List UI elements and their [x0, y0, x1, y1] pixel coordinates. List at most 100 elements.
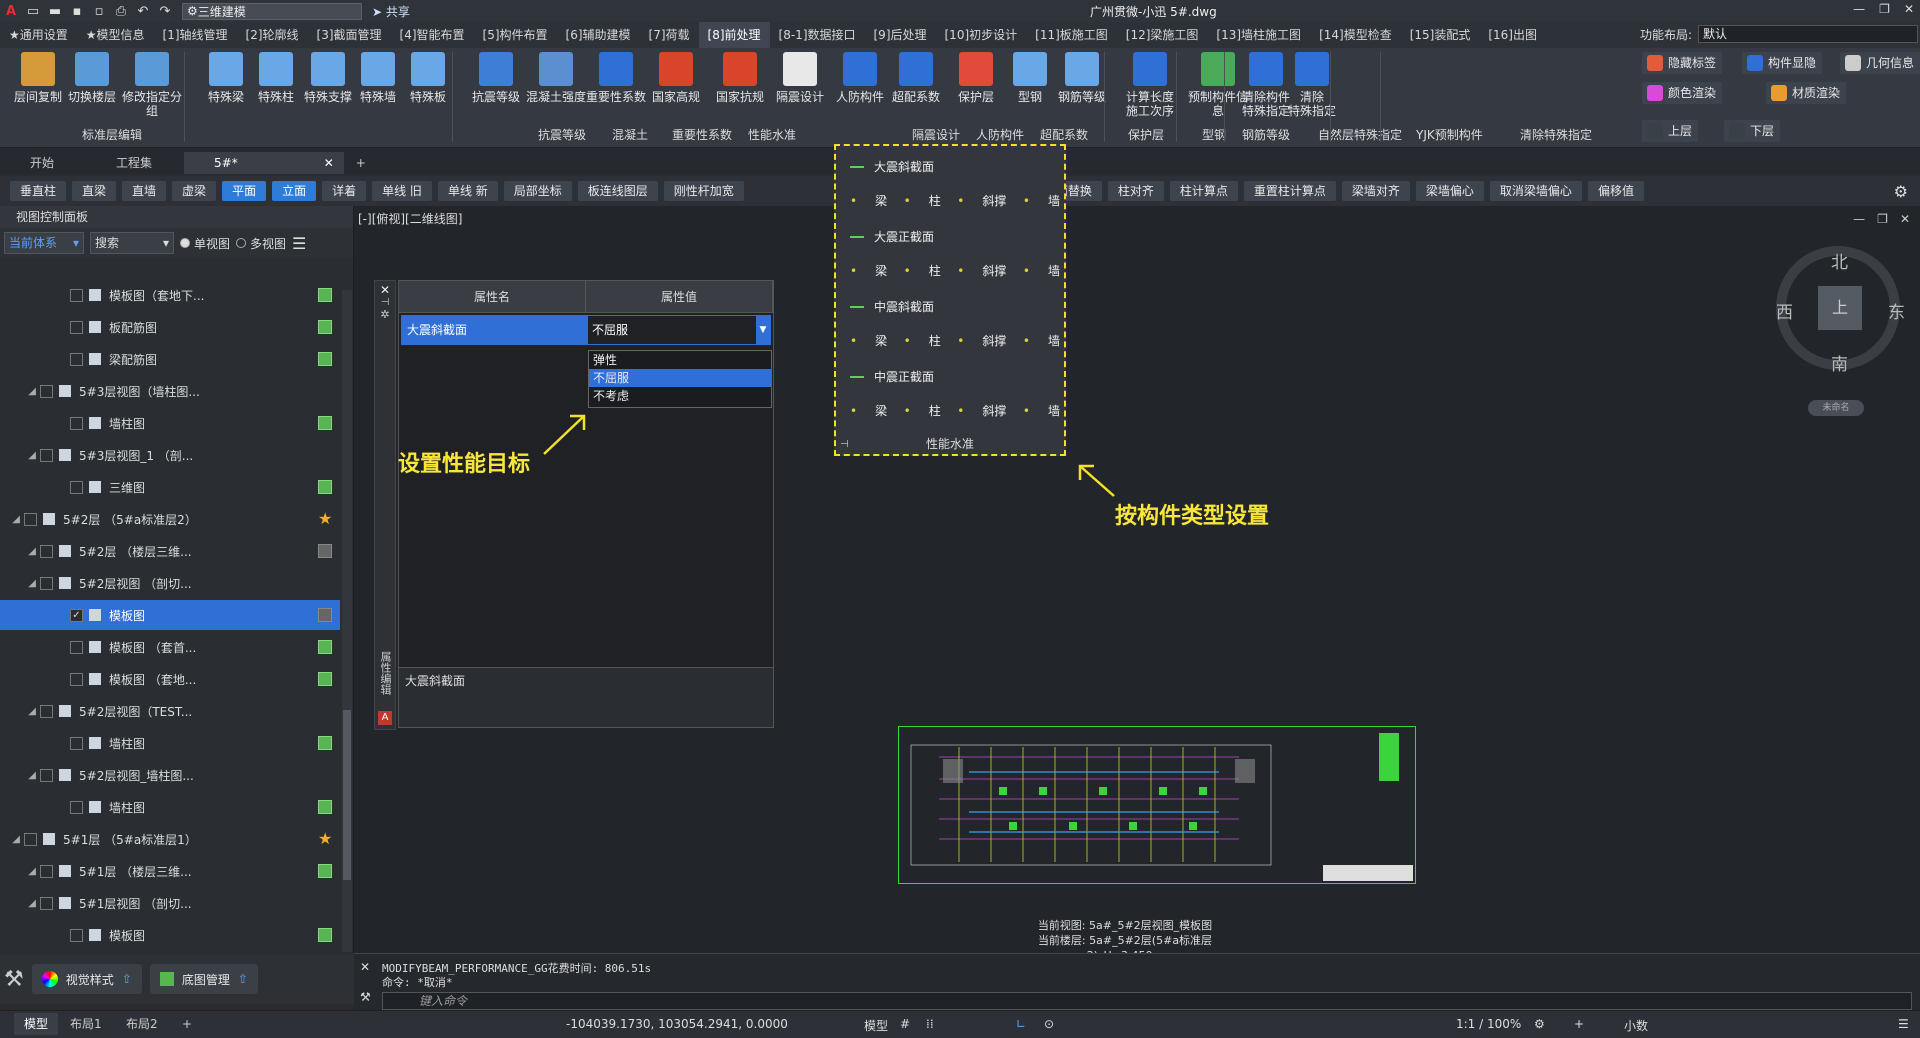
command-button[interactable]: 柱对齐: [1107, 181, 1164, 201]
south-label[interactable]: 南: [1831, 350, 1848, 375]
tree-item[interactable]: ◢ 5#2层视图_墙柱图...: [0, 760, 340, 790]
model-space-toggle[interactable]: 模型: [864, 1017, 888, 1034]
menu-item[interactable]: [9]后处理: [865, 22, 936, 48]
menu-item[interactable]: [8-1]数据接口: [770, 22, 865, 48]
command-input[interactable]: 键入命令: [382, 992, 1912, 1010]
close-icon[interactable]: ✕: [1904, 2, 1914, 16]
command-button[interactable]: 直墙: [122, 181, 167, 201]
menu-item[interactable]: [14]模型检查: [1310, 22, 1401, 48]
tree-toggle-icon[interactable]: ◢: [0, 866, 40, 877]
tree-item[interactable]: ✓ 模板图: [0, 600, 340, 630]
command-button[interactable]: 单线 新: [437, 181, 498, 201]
ribbon-small-button[interactable]: 构件显隐: [1742, 52, 1823, 74]
ribbon-group-label[interactable]: 保护层: [1128, 126, 1164, 143]
tree-item[interactable]: ◢ 5#1层视图 （剖切...: [0, 888, 340, 918]
tree-checkbox[interactable]: [70, 640, 83, 654]
ribbon-button[interactable]: 混凝土强度: [526, 52, 586, 104]
ribbon-button[interactable]: 国家高规: [646, 52, 706, 104]
snap-icon[interactable]: ⁞⁞: [926, 1017, 934, 1031]
menu-item[interactable]: [13]墙柱施工图: [1207, 22, 1310, 48]
command-button[interactable]: 柱计算点: [1169, 181, 1238, 201]
component-option[interactable]: • 梁: [850, 192, 887, 209]
west-label[interactable]: 西: [1776, 298, 1793, 323]
tree-checkbox[interactable]: [70, 416, 83, 430]
component-option[interactable]: • 斜撑: [957, 402, 1006, 419]
wrench-icon[interactable]: ⚒: [360, 990, 371, 1004]
command-button[interactable]: 重置柱计算点: [1243, 181, 1336, 201]
menu-item[interactable]: [15]装配式: [1401, 22, 1480, 48]
grid-icon[interactable]: #: [900, 1017, 910, 1031]
component-option[interactable]: • 柱: [904, 262, 941, 279]
option-ignore[interactable]: 不考虑: [589, 387, 771, 405]
tree-checkbox[interactable]: [40, 544, 53, 558]
tab-layout-2[interactable]: 布局2: [116, 1013, 168, 1035]
performance-dropdown[interactable]: 弹性 不屈服 不考虑: [588, 350, 772, 408]
ribbon-button[interactable]: 切换楼层: [62, 52, 122, 104]
tree-checkbox[interactable]: ✓: [70, 608, 83, 622]
component-option[interactable]: • 墙: [1023, 262, 1060, 279]
menu-icon[interactable]: ☰: [1898, 1017, 1909, 1031]
east-label[interactable]: 东: [1888, 298, 1905, 323]
command-button[interactable]: 详着: [322, 181, 367, 201]
ribbon-button[interactable]: 超配系数: [886, 52, 946, 104]
tree-scrollbar[interactable]: [342, 290, 352, 952]
chevron-down-icon[interactable]: ▼: [756, 316, 770, 344]
ribbon-group-label[interactable]: 超配系数: [1040, 126, 1088, 143]
tree-item[interactable]: 模板图（套地下...: [0, 280, 340, 310]
component-option[interactable]: • 梁: [850, 402, 887, 419]
tree-item[interactable]: ◢ 5#2层视图（TEST...: [0, 696, 340, 726]
restore-icon[interactable]: ❐: [1879, 2, 1890, 16]
command-button[interactable]: 刚性杆加宽: [663, 181, 744, 201]
tree-checkbox[interactable]: [40, 576, 53, 590]
save-icon[interactable]: ▪: [66, 4, 88, 19]
ribbon-button[interactable]: 修改指定分组: [122, 52, 182, 118]
ribbon-button[interactable]: 钢筋等级: [1052, 52, 1112, 104]
minimize-icon[interactable]: —: [1853, 212, 1865, 226]
tree-item[interactable]: 模板图 （套地...: [0, 664, 340, 694]
component-option[interactable]: • 斜撑: [957, 192, 1006, 209]
save-as-icon[interactable]: ▫: [88, 4, 110, 19]
tree-checkbox[interactable]: [40, 864, 53, 878]
ribbon-button[interactable]: 人防构件: [830, 52, 890, 104]
menu-item[interactable]: [1]轴线管理: [154, 22, 237, 48]
performance-section[interactable]: 中震正截面: [850, 368, 934, 385]
tree-checkbox[interactable]: [24, 832, 37, 846]
tree-item[interactable]: 三维图: [0, 472, 340, 502]
command-button[interactable]: 梁墙偏心: [1415, 181, 1484, 201]
ribbon-group-label[interactable]: 标准层编辑: [82, 126, 142, 143]
component-option[interactable]: • 柱: [904, 402, 941, 419]
ribbon-small-button[interactable]: 上层: [1642, 120, 1699, 142]
menu-item[interactable]: [8]前处理: [698, 22, 770, 48]
tree-item[interactable]: 墙柱图: [0, 792, 340, 822]
close-icon[interactable]: ✕: [375, 283, 395, 297]
component-option[interactable]: • 墙: [1023, 402, 1060, 419]
ribbon-button[interactable]: 隔震设计: [770, 52, 830, 104]
ucs-menu[interactable]: 未命名: [1808, 400, 1864, 416]
ribbon-small-button[interactable]: 下层: [1724, 120, 1781, 142]
tree-checkbox[interactable]: [40, 896, 53, 910]
menu-item[interactable]: [11]板施工图: [1026, 22, 1117, 48]
menu-item[interactable]: ★通用设置: [0, 22, 77, 48]
component-option[interactable]: • 柱: [904, 332, 941, 349]
tree-toggle-icon[interactable]: ◢: [0, 770, 40, 781]
component-option[interactable]: • 柱: [904, 192, 941, 209]
menu-item[interactable]: [16]出图: [1479, 22, 1546, 48]
tree-toggle-icon[interactable]: ◢: [0, 386, 40, 397]
layout-select[interactable]: 默认: [1698, 25, 1919, 43]
menu-item[interactable]: [6]辅助建模: [557, 22, 640, 48]
viewport-label[interactable]: [-][俯视][二维线图]: [358, 210, 462, 227]
tree-checkbox[interactable]: [70, 672, 83, 686]
ribbon-button[interactable]: 国家抗规: [710, 52, 770, 104]
tree-checkbox[interactable]: [40, 768, 53, 782]
ribbon-button[interactable]: 层间复制: [8, 52, 68, 104]
visual-style-button[interactable]: 视觉样式 ⇧: [31, 964, 142, 994]
add-layout-icon[interactable]: +: [172, 1013, 202, 1035]
property-value-select[interactable]: 不屈服 ▼: [587, 315, 771, 345]
viewcube-compass[interactable]: 上 北 南 东 西: [1776, 246, 1905, 375]
tab-drawing[interactable]: 5#* ✕: [184, 152, 344, 174]
share-button[interactable]: ➤ 共享: [372, 3, 410, 20]
command-button[interactable]: 偏移值: [1587, 181, 1644, 201]
viewcube[interactable]: 上: [1818, 286, 1862, 330]
command-button[interactable]: 平面: [222, 181, 267, 201]
command-button[interactable]: 虚梁: [172, 181, 217, 201]
